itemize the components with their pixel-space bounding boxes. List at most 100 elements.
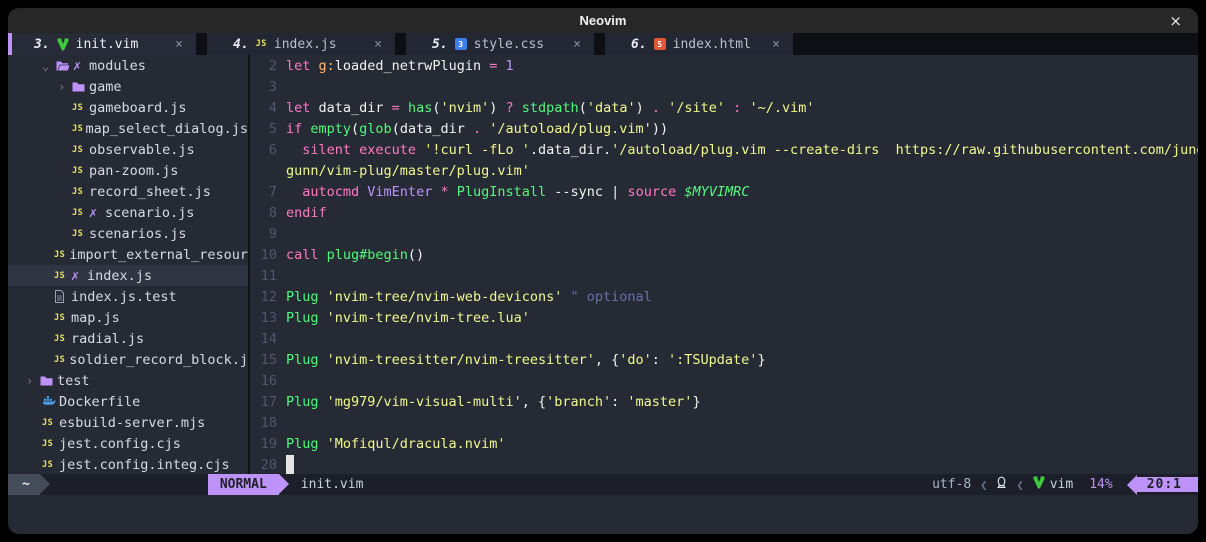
code-token: Plug [286, 289, 327, 305]
code-line[interactable]: 10call plug#begin() [250, 244, 1198, 265]
tree-item-soldier_record_block.j[interactable]: JSsoldier_record_block.j [8, 349, 248, 370]
code-line[interactable]: 20 [250, 454, 1198, 474]
command-line[interactable] [8, 495, 1198, 534]
code-line[interactable]: 5if empty(glob(data_dir . '/autoload/plu… [250, 118, 1198, 139]
code-line[interactable]: 2let g:loaded_netrwPlugin = 1 [250, 55, 1198, 76]
code-line[interactable]: gunn/vim-plug/master/plug.vim' [250, 160, 1198, 181]
code-line[interactable]: 13Plug 'nvim-tree/nvim-tree.lua' [250, 307, 1198, 328]
editor-buffer[interactable]: 2let g:loaded_netrwPlugin = 134let data_… [250, 55, 1198, 474]
code-token: . [473, 121, 489, 137]
tab-label: style.css [474, 37, 544, 52]
chevron-down-icon[interactable]: ⌄ [42, 59, 56, 73]
code-token: * [440, 184, 456, 200]
tree-item-modules[interactable]: ⌄ ✗modules [8, 55, 248, 76]
tree-item-label: pan-zoom.js [89, 163, 178, 179]
code-line[interactable]: 4let data_dir = has('nvim') ? stdpath('d… [250, 97, 1198, 118]
code-line[interactable]: 11 [250, 265, 1198, 286]
code-token: , { [522, 394, 546, 410]
line-number: 18 [250, 415, 277, 431]
chevron-left-icon: ❮ [971, 478, 996, 492]
tree-item-esbuild-server.mjs[interactable]: JSesbuild-server.mjs [8, 412, 248, 433]
tab-index.html[interactable]: 6.5index.html× [605, 33, 793, 55]
code-token: 'master' [627, 394, 692, 410]
tree-item-label: import_external_resour [69, 247, 248, 263]
tab-number: 6. [631, 37, 647, 52]
line-number: 20 [250, 457, 277, 473]
code-token: } [757, 352, 765, 368]
chevron-right-icon[interactable]: › [58, 80, 72, 94]
code-token: 'nvim-tree/nvim-tree.lua' [327, 310, 530, 326]
code-line[interactable]: 15Plug 'nvim-treesitter/nvim-treesitter'… [250, 349, 1198, 370]
powerline-arrow-icon [279, 474, 289, 494]
mode-indicator: NORMAL [208, 474, 279, 495]
tree-item-label: game [89, 79, 122, 95]
tab-index.js[interactable]: 4.JSindex.js× [207, 33, 395, 55]
code-token: 'nvim-tree/nvim-web-devicons' [327, 289, 571, 305]
code-token: g: [319, 58, 335, 74]
code-line[interactable]: 19Plug 'Mofiqul/dracula.nvim' [250, 433, 1198, 454]
tab-init.vim[interactable]: 3.init.vim× [8, 33, 196, 55]
tree-item-map.js[interactable]: JSmap.js [8, 307, 248, 328]
code-line[interactable]: 6 silent execute '!curl -fLo '.data_dir.… [250, 139, 1198, 160]
tree-item-pan-zoom.js[interactable]: JSpan-zoom.js [8, 160, 248, 181]
javascript-icon: JS [54, 313, 71, 323]
tree-item-record_sheet.js[interactable]: JSrecord_sheet.js [8, 181, 248, 202]
tree-item-label: modules [89, 58, 146, 74]
tree-item-scenarios.js[interactable]: JSscenarios.js [8, 223, 248, 244]
code-line[interactable]: 18 [250, 412, 1198, 433]
code-line[interactable]: 16 [250, 370, 1198, 391]
tree-item-jest.config.cjs[interactable]: JSjest.config.cjs [8, 433, 248, 454]
tree-item-test[interactable]: ›test [8, 370, 248, 391]
javascript-icon: JS [54, 334, 71, 344]
tree-item-game[interactable]: › game [8, 76, 248, 97]
line-number: 8 [250, 205, 277, 221]
line-number: 19 [250, 436, 277, 452]
git-modified-icon: ✗ [89, 205, 105, 221]
tree-item-scenario.js[interactable]: JS✗scenario.js [8, 202, 248, 223]
code-token: data_dir [400, 121, 473, 137]
code-line[interactable]: 17Plug 'mg979/vim-visual-multi', {'branc… [250, 391, 1198, 412]
javascript-icon: JS [256, 39, 267, 49]
tab-label: index.js [274, 37, 337, 52]
tab-style.css[interactable]: 5.3style.css× [406, 33, 594, 55]
tree-item-observable.js[interactable]: JSobservable.js [8, 139, 248, 160]
code-token [286, 142, 302, 158]
tree-item-label: observable.js [89, 142, 195, 158]
window-close-icon[interactable]: × [1169, 8, 1182, 33]
tree-item-Dockerfile[interactable]: Dockerfile [8, 391, 248, 412]
code-token: '~/.vim' [749, 100, 814, 116]
code-line[interactable]: 14 [250, 328, 1198, 349]
code-token: Plug [286, 352, 327, 368]
javascript-icon: JS [72, 229, 89, 239]
tab-number: 5. [432, 37, 448, 52]
tree-item-index.js.test[interactable]: index.js.test [8, 286, 248, 307]
tree-item-map_select_dialog.js[interactable]: JSmap_select_dialog.js [8, 118, 248, 139]
window-title: Neovim [580, 13, 627, 28]
code-token: gunn/vim-plug/master/plug.vim' [286, 163, 530, 179]
code-token: : [611, 394, 627, 410]
folder-icon [72, 81, 89, 93]
code-line[interactable]: 7 autocmd VimEnter * PlugInstall --sync … [250, 181, 1198, 202]
tree-item-label: jest.config.cjs [59, 436, 181, 452]
code-token: ) [489, 100, 505, 116]
code-line[interactable]: 8endif [250, 202, 1198, 223]
tree-item-index.js[interactable]: JS✗index.js [8, 265, 248, 286]
tab-close-icon[interactable]: × [175, 37, 183, 52]
code-line[interactable]: 12Plug 'nvim-tree/nvim-web-devicons' " o… [250, 286, 1198, 307]
git-modified-icon: ✗ [73, 58, 89, 74]
tree-item-radial.js[interactable]: JSradial.js [8, 328, 248, 349]
code-line[interactable]: 9 [250, 223, 1198, 244]
javascript-icon: JS [54, 355, 69, 365]
code-line[interactable]: 3 [250, 76, 1198, 97]
tab-close-icon[interactable]: × [772, 37, 780, 52]
tab-close-icon[interactable]: × [374, 37, 382, 52]
chevron-right-icon[interactable]: › [26, 374, 40, 388]
tree-item-label: index.js.test [71, 289, 177, 305]
tree-item-label: scenario.js [105, 205, 194, 221]
tree-item-gameboard.js[interactable]: JSgameboard.js [8, 97, 248, 118]
tab-close-icon[interactable]: × [573, 37, 581, 52]
tree-item-jest.config.integ.cjs[interactable]: JSjest.config.integ.cjs [8, 454, 248, 474]
cursor-position: 20:1 [1137, 477, 1198, 492]
tree-item-import_external_resour[interactable]: JSimport_external_resour [8, 244, 248, 265]
javascript-icon: JS [72, 145, 89, 155]
